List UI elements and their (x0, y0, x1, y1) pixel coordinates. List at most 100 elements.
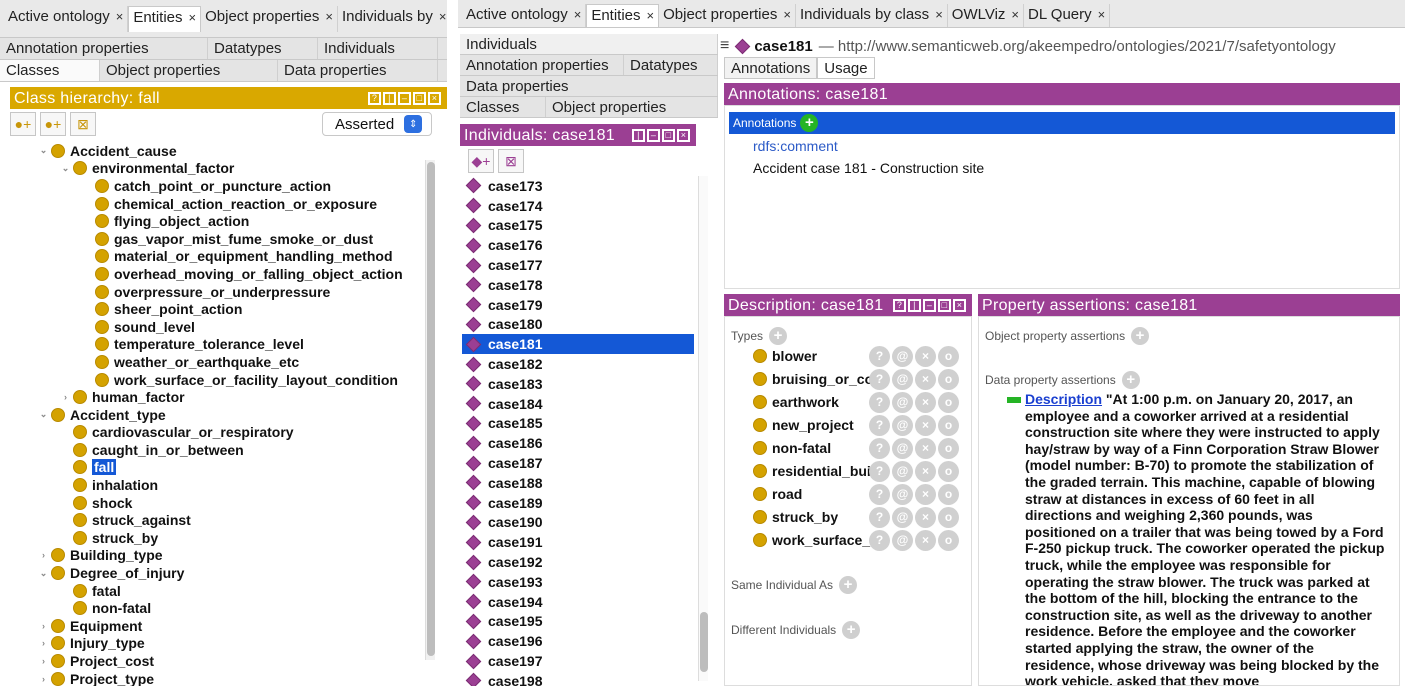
close-icon[interactable]: × (428, 92, 441, 105)
explain-icon[interactable]: ? (869, 345, 890, 367)
tree-node[interactable]: fatal (8, 582, 428, 600)
annotate-icon[interactable]: @ (892, 483, 913, 505)
tree-node[interactable]: material_or_equipment_handling_method (8, 248, 428, 266)
pin-icon[interactable]: | (632, 129, 645, 142)
minimize-icon[interactable]: – (923, 299, 936, 312)
edit-icon[interactable]: o (938, 460, 959, 482)
nav-classes[interactable]: Classes (460, 97, 546, 117)
expanded-chevron-icon[interactable]: ⌄ (60, 163, 71, 174)
explain-icon[interactable]: ? (869, 529, 890, 551)
subtab-individuals[interactable]: Individuals (318, 38, 438, 59)
close-tab-icon[interactable]: × (935, 7, 943, 22)
add-type-icon[interactable]: + (769, 327, 788, 345)
individual-item[interactable]: case197 (462, 651, 694, 671)
tree-node[interactable]: gas_vapor_mist_fume_smoke_or_dust (8, 230, 428, 248)
close-tab-icon[interactable]: × (647, 8, 655, 23)
left-tab-3[interactable]: Individuals by × (338, 6, 447, 32)
close-tab-icon[interactable]: × (783, 7, 791, 22)
right-tab-1[interactable]: Entities × (586, 4, 660, 27)
individual-item[interactable]: case187 (462, 453, 694, 473)
individual-item[interactable]: case176 (462, 235, 694, 255)
explain-icon[interactable]: ? (869, 506, 890, 528)
delete-icon[interactable]: × (915, 437, 936, 459)
subtab-object-properties[interactable]: Object properties (100, 60, 278, 81)
individual-item[interactable]: case173 (462, 176, 694, 196)
add-different-individual-icon[interactable]: + (842, 621, 861, 639)
edit-icon[interactable]: o (938, 391, 959, 413)
delete-individual-icon[interactable]: ⊠ (498, 149, 524, 173)
pin-icon[interactable]: | (908, 299, 921, 312)
individual-item[interactable]: case179 (462, 295, 694, 315)
tree-node[interactable]: › Injury_type (8, 635, 428, 653)
maximize-icon[interactable]: □ (662, 129, 675, 142)
expanded-chevron-icon[interactable]: ⌄ (38, 409, 49, 420)
tree-node[interactable]: sheer_point_action (8, 300, 428, 318)
subtab-annotation-properties[interactable]: Annotation properties (0, 38, 208, 59)
delete-icon[interactable]: × (915, 368, 936, 390)
add-individual-icon[interactable]: ◆+ (468, 149, 494, 173)
tree-node[interactable]: weather_or_earthquake_etc (8, 353, 428, 371)
right-tab-5[interactable]: DL Query × (1024, 4, 1111, 27)
type-row[interactable]: residential_bui? @ × o (751, 460, 967, 482)
minimize-icon[interactable]: – (398, 92, 411, 105)
close-icon[interactable]: × (677, 129, 690, 142)
add-same-individual-icon[interactable]: + (839, 576, 858, 594)
edit-icon[interactable]: o (938, 437, 959, 459)
tree-node[interactable]: struck_by (8, 529, 428, 547)
tree-node[interactable]: temperature_tolerance_level (8, 336, 428, 354)
tree-node[interactable]: flying_object_action (8, 212, 428, 230)
delete-icon[interactable]: × (915, 483, 936, 505)
close-tab-icon[interactable]: × (1098, 7, 1106, 22)
individuals-window-buttons[interactable]: | – □ × (632, 129, 690, 142)
individual-item[interactable]: case190 (462, 513, 694, 533)
maximize-icon[interactable]: □ (938, 299, 951, 312)
individual-item[interactable]: case195 (462, 612, 694, 632)
tab-usage[interactable]: Usage (817, 57, 875, 79)
edit-icon[interactable]: o (938, 414, 959, 436)
left-tab-1[interactable]: Entities × (128, 6, 202, 32)
tree-node[interactable]: › Project_type (8, 670, 428, 686)
explain-icon[interactable]: ? (869, 414, 890, 436)
close-tab-icon[interactable]: × (189, 10, 197, 25)
delete-icon[interactable]: × (915, 414, 936, 436)
delete-icon[interactable]: × (915, 460, 936, 482)
tree-node[interactable]: shock (8, 494, 428, 512)
close-tab-icon[interactable]: × (116, 9, 124, 24)
subtab-classes[interactable]: Classes (0, 60, 100, 81)
tree-node[interactable]: catch_point_or_puncture_action (8, 177, 428, 195)
tree-node[interactable]: struck_against (8, 511, 428, 529)
right-tab-2[interactable]: Object properties × (659, 4, 796, 27)
individuals-scrollbar[interactable] (698, 176, 708, 681)
right-tab-0[interactable]: Active ontology × (462, 4, 587, 27)
edit-icon[interactable]: o (938, 506, 959, 528)
tree-node[interactable]: › Equipment (8, 617, 428, 635)
individual-item[interactable]: case193 (462, 572, 694, 592)
scrollbar-thumb[interactable] (700, 612, 708, 672)
add-object-property-icon[interactable]: + (1131, 327, 1150, 345)
menu-icon[interactable]: ≡ (720, 37, 729, 55)
add-data-property-icon[interactable]: + (1121, 371, 1140, 389)
collapsed-chevron-icon[interactable]: › (60, 392, 71, 402)
delete-icon[interactable]: × (915, 391, 936, 413)
tab-annotations[interactable]: Annotations (724, 57, 818, 79)
type-row[interactable]: new_project? @ × o (751, 414, 967, 436)
explain-icon[interactable]: ? (869, 368, 890, 390)
right-tab-3[interactable]: Individuals by class × (796, 4, 948, 27)
close-tab-icon[interactable]: × (574, 7, 582, 22)
type-row[interactable]: non-fatal? @ × o (751, 437, 967, 459)
individual-item[interactable]: case174 (462, 196, 694, 216)
individual-item[interactable]: case177 (462, 255, 694, 275)
delete-icon[interactable]: × (915, 345, 936, 367)
collapsed-chevron-icon[interactable]: › (38, 638, 49, 648)
individual-item[interactable]: case186 (462, 433, 694, 453)
expanded-chevron-icon[interactable]: ⌄ (38, 145, 49, 156)
subtab-data-properties[interactable]: Data properties (278, 60, 438, 81)
explain-icon[interactable]: ? (869, 460, 890, 482)
delete-icon[interactable]: × (915, 506, 936, 528)
scrollbar-thumb[interactable] (427, 162, 435, 656)
individual-item[interactable]: case180 (462, 315, 694, 335)
type-row[interactable]: work_surface_c? @ × o (751, 529, 967, 551)
subtab-datatypes[interactable]: Datatypes (208, 38, 318, 59)
individual-item[interactable]: case194 (462, 592, 694, 612)
add-subclass-icon[interactable]: ●+ (10, 112, 36, 136)
